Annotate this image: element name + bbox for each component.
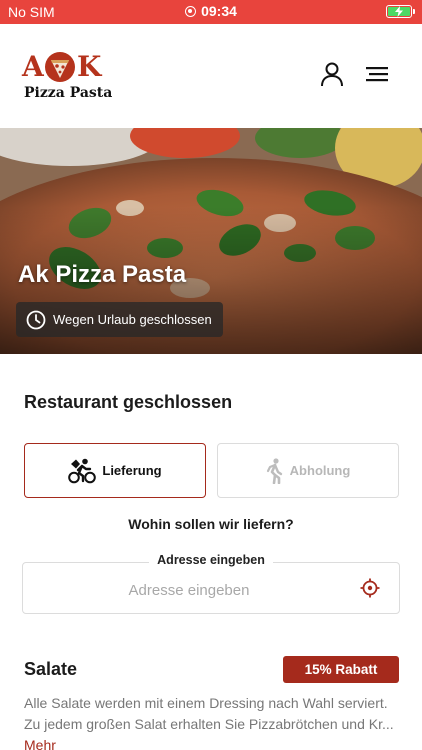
discount-badge: 15% Rabatt [283,656,399,683]
menu-icon [366,67,388,82]
logo-mark: A K [22,50,104,84]
account-button[interactable] [318,60,346,88]
address-input[interactable] [24,578,354,602]
menu-button[interactable] [363,60,391,88]
logo-letter-k: K [77,50,102,83]
walking-icon [266,457,282,484]
pickup-option-label: Abholung [289,463,351,478]
battery-icon [386,5,415,18]
bicycle-icon [68,458,97,483]
recording-icon [185,6,197,17]
delivery-option-label: Lieferung [102,463,162,478]
pickup-option[interactable]: Abholung [217,443,399,498]
app-header: A K Pizza Pasta [0,24,422,128]
restaurant-name: Ak Pizza Pasta [18,261,187,288]
status-center: 09:34 [0,3,422,19]
category-description-line2: Zu jedem großen Salat erhalten Sie Pizza… [24,716,394,732]
logo-letter-a: A [22,50,44,83]
crosshair-icon [360,578,380,598]
delivery-option[interactable]: Lieferung [24,443,206,498]
delivery-question: Wohin sollen wir liefern? [128,516,294,532]
locate-button[interactable] [358,576,382,600]
brand-logo[interactable]: A K Pizza Pasta [22,50,112,106]
user-icon [321,62,343,87]
more-link[interactable]: Mehr [24,737,56,750]
category-title: Salate [24,659,78,679]
status-time: 09:34 [201,3,237,19]
logo-subtitle: Pizza Pasta [24,85,113,101]
closed-badge-text: Wegen Urlaub geschlossen [53,312,212,327]
hero-banner: Ak Pizza Pasta Wegen Urlaub geschlossen [0,128,422,354]
address-field-label: Adresse eingeben [0,553,422,567]
status-bar: No SIM 09:34 [0,0,422,24]
closed-badge: Wegen Urlaub geschlossen [16,302,223,337]
clock-icon [26,310,46,329]
category-description-line1: Alle Salate werden mit einem Dressing na… [24,695,388,711]
restaurant-status-heading: Restaurant geschlossen [24,392,233,412]
pizza-slice-icon [45,52,75,82]
